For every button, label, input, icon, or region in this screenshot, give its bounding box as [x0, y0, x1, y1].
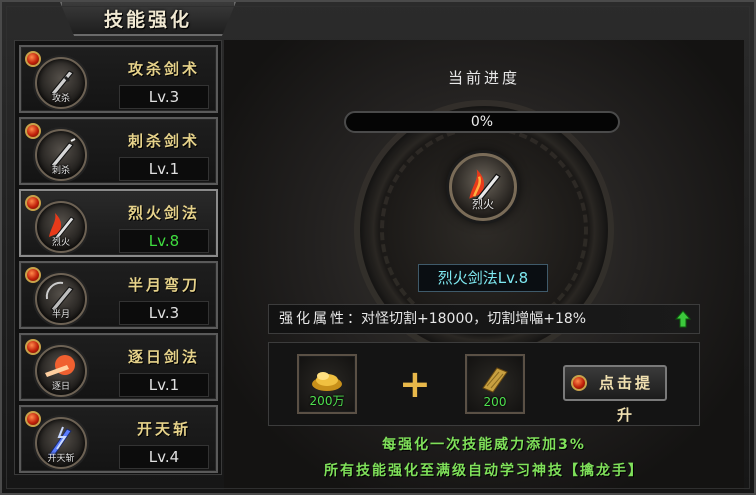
skill-name: 刺杀剑术	[127, 132, 200, 150]
up-arrow-icon	[675, 310, 691, 328]
skill-level: Lv.3	[119, 301, 209, 325]
sun-sword-icon: 逐日	[35, 345, 87, 397]
note-line-2: 所有技能强化至满级自动学习神技【擒龙手】	[324, 463, 644, 479]
upgrade-button[interactable]: 点击提升	[563, 365, 667, 424]
progress-bar: 0%	[344, 111, 620, 133]
flame-sword-icon: 烈火	[35, 201, 87, 253]
sword-icon: 半月	[35, 273, 87, 325]
skill-item-gongsha[interactable]: 攻杀 攻杀剑术 Lv.3	[19, 45, 218, 113]
skill-icon-caption: 攻杀	[51, 94, 70, 104]
upgrade-button-label: 点击提升	[598, 374, 653, 424]
plus-icon: +	[399, 362, 431, 406]
current-skill-caption: 烈火	[472, 198, 494, 211]
skill-item-cisha[interactable]: 刺杀 刺杀剑术 Lv.1	[19, 117, 218, 185]
material-count: 200	[483, 395, 507, 409]
note-line-1: 每强化一次技能威力添加3%	[382, 437, 586, 453]
skill-item-banyue[interactable]: 半月 半月弯刀 Lv.3	[19, 261, 218, 329]
orb-icon	[25, 195, 41, 211]
skill-name: 开天斩	[136, 420, 191, 438]
orb-icon	[571, 375, 587, 391]
gold-count: 200万	[309, 394, 345, 408]
sword-icon: 刺杀	[35, 129, 87, 181]
skill-icon-caption: 烈火	[51, 238, 70, 248]
skill-icon-caption: 半月	[51, 310, 70, 320]
window-title: 技能强化	[103, 8, 192, 31]
orb-icon	[25, 339, 41, 355]
orb-icon	[25, 123, 41, 139]
attribute-row: 强化属性：对怪切割+18000，切割增幅+18%	[268, 304, 700, 334]
attribute-value: 对怪切割+18000，切割增幅+18%	[361, 311, 587, 327]
skill-item-zhuri[interactable]: 逐日 逐日剑法 Lv.1	[19, 333, 218, 401]
orb-icon	[25, 411, 41, 427]
skill-level: Lv.1	[119, 157, 209, 181]
skill-item-liehuo[interactable]: 烈火 烈火剑法 Lv.8	[19, 189, 218, 257]
skill-name: 攻杀剑术	[127, 60, 200, 78]
gold-slot[interactable]: 200万	[297, 354, 357, 414]
orb-icon	[25, 267, 41, 283]
orb-icon	[25, 51, 41, 67]
skill-enhance-window: 技能强化 攻杀 攻杀剑术 Lv.3 刺杀 刺杀剑术 Lv.1 烈火 烈火剑法 L…	[0, 0, 756, 495]
flame-sword-icon: 烈火	[449, 153, 517, 221]
skill-level: Lv.8	[119, 229, 209, 253]
window-title-tab: 技能强化	[60, 2, 236, 36]
skill-icon-caption: 刺杀	[51, 166, 70, 176]
skill-icon-caption: 逐日	[51, 382, 70, 392]
material-slot[interactable]: 200	[465, 354, 525, 414]
skill-icon-caption: 开天斩	[47, 454, 75, 464]
skill-name: 逐日剑法	[127, 348, 200, 366]
lightning-sword-icon: 开天斩	[35, 417, 87, 469]
skill-item-kaitian[interactable]: 开天斩 开天斩 Lv.4	[19, 405, 218, 473]
scroll-material-icon	[482, 367, 508, 393]
skill-list: 攻杀 攻杀剑术 Lv.3 刺杀 刺杀剑术 Lv.1 烈火 烈火剑法 Lv.8 半…	[14, 40, 222, 475]
skill-level: Lv.3	[119, 85, 209, 109]
skill-level: Lv.1	[119, 373, 209, 397]
gold-ingot-icon	[312, 372, 342, 391]
progress-text: 0%	[470, 114, 494, 130]
skill-name: 烈火剑法	[127, 204, 200, 222]
attribute-label: 强化属性	[279, 311, 347, 327]
skill-name: 半月弯刀	[127, 276, 200, 294]
cost-box: 200万 + 200 点击提升	[268, 342, 700, 426]
sword-icon: 攻杀	[35, 57, 87, 109]
current-skill-label: 烈火剑法Lv.8	[418, 264, 548, 292]
skill-level: Lv.4	[119, 445, 209, 469]
enhance-panel: 当前进度 0% 烈火 烈火剑法Lv.8 强化属性：对怪切割+18000，切割增幅…	[224, 40, 744, 490]
attribute-colon: ：	[347, 311, 361, 327]
progress-title: 当前进度	[447, 69, 520, 87]
